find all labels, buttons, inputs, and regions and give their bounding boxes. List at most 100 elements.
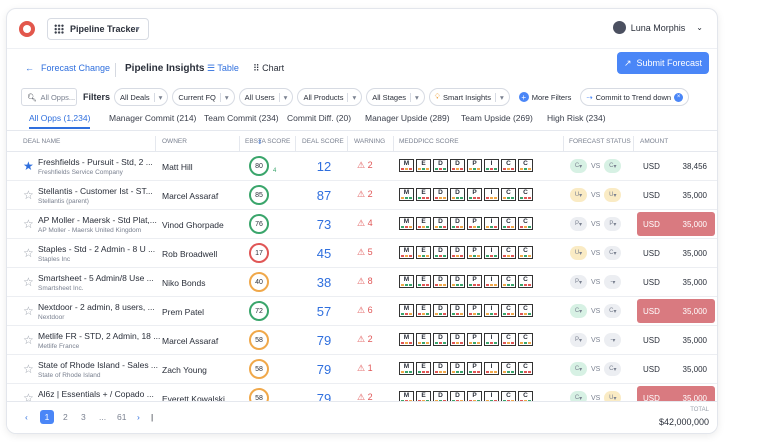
ebsta-score-ring[interactable]: 40 — [249, 272, 269, 292]
meddpicc-box[interactable]: E — [416, 275, 431, 288]
page-3[interactable]: 3 — [81, 412, 86, 422]
meddpicc-box[interactable]: I — [484, 304, 499, 317]
status-manager-pill[interactable]: P ▾ — [570, 275, 587, 289]
meddpicc-box[interactable]: C — [501, 333, 516, 346]
filter-smart-insights[interactable]: 💡︎ Smart Insights ▾ — [428, 88, 510, 106]
view-chart-toggle[interactable]: ⠿ Chart — [253, 63, 284, 74]
star-icon[interactable]: ☆ — [23, 304, 34, 318]
col-amount[interactable]: AMOUNT — [640, 138, 668, 145]
back-link[interactable]: ← Forecast Change — [25, 63, 110, 73]
table-row[interactable]: ☆ State of Rhode Island - Sales ... State … — [7, 355, 717, 384]
tab-team-commit[interactable]: Team Commit (234) — [204, 113, 279, 123]
col-owner[interactable]: OWNER — [162, 138, 187, 145]
meddpicc-box[interactable]: M — [399, 275, 414, 288]
tab-all-opps[interactable]: All Opps (1,234) — [29, 113, 91, 129]
meddpicc-box[interactable]: C — [518, 159, 533, 172]
user-menu[interactable]: Luna Morphis ⌄ — [612, 21, 703, 34]
ebsta-score-ring[interactable]: 17 — [249, 243, 269, 263]
tab-high-risk[interactable]: High Risk (234) — [547, 113, 606, 123]
table-row[interactable]: ☆ Staples - Std - 2 Admin - 8 U ... Staple… — [7, 239, 717, 268]
meddpicc-box[interactable]: M — [399, 188, 414, 201]
filter-stages[interactable]: All Stages ▾ — [366, 88, 425, 106]
meddpicc-box[interactable]: E — [416, 333, 431, 346]
meddpicc-box[interactable]: C — [518, 275, 533, 288]
status-team-pill[interactable]: P ▾ — [604, 217, 622, 231]
meddpicc-box[interactable]: C — [518, 333, 533, 346]
status-team-pill[interactable]: C ▾ — [604, 246, 622, 260]
meddpicc-box[interactable]: I — [484, 246, 499, 259]
tab-manager-upside[interactable]: Manager Upside (289) — [365, 113, 450, 123]
status-manager-pill[interactable]: C ▾ — [570, 304, 587, 318]
tab-commit-diff[interactable]: Commit Diff. (20) — [287, 113, 351, 123]
status-manager-pill[interactable]: U ▾ — [570, 188, 587, 202]
table-row[interactable]: ☆ Smartsheet - 5 Admin/8 Use ... Smartshee… — [7, 268, 717, 297]
meddpicc-box[interactable]: D — [450, 246, 465, 259]
ebsta-score-ring[interactable]: 58 — [249, 359, 269, 379]
meddpicc-box[interactable]: I — [484, 275, 499, 288]
meddpicc-box[interactable]: D — [450, 333, 465, 346]
meddpicc-box[interactable]: D — [450, 217, 465, 230]
meddpicc-box[interactable]: P — [467, 275, 482, 288]
deal-name[interactable]: Nextdoor - 2 admin, 8 users, ... — [38, 302, 155, 312]
meddpicc-box[interactable]: P — [467, 333, 482, 346]
meddpicc-box[interactable]: D — [433, 275, 448, 288]
meddpicc-box[interactable]: D — [433, 217, 448, 230]
ebsta-score-ring[interactable]: 58 — [249, 330, 269, 350]
status-team-pill[interactable]: - ▾ — [604, 275, 622, 289]
meddpicc-box[interactable]: M — [399, 159, 414, 172]
app-logo-icon[interactable] — [19, 21, 35, 37]
star-icon[interactable]: ☆ — [23, 246, 34, 260]
meddpicc-box[interactable]: C — [501, 188, 516, 201]
meddpicc-box[interactable]: I — [484, 333, 499, 346]
meddpicc-box[interactable]: E — [416, 246, 431, 259]
meddpicc-box[interactable]: P — [467, 217, 482, 230]
view-table-toggle[interactable]: ☰ Table — [207, 63, 239, 74]
tab-manager-commit[interactable]: Manager Commit (214) — [109, 113, 196, 123]
meddpicc-box[interactable]: D — [433, 246, 448, 259]
meddpicc-box[interactable]: I — [484, 217, 499, 230]
meddpicc-box[interactable]: C — [518, 304, 533, 317]
meddpicc-box[interactable]: M — [399, 246, 414, 259]
warning-cell[interactable]: ⚠ 2 — [357, 160, 373, 171]
deal-name[interactable]: Stellantis - Customer Ist - ST... — [38, 186, 153, 196]
meddpicc-box[interactable]: D — [433, 333, 448, 346]
status-team-pill[interactable]: C ▾ — [604, 362, 622, 376]
next-page-icon[interactable]: › — [137, 412, 140, 422]
meddpicc-box[interactable]: D — [433, 304, 448, 317]
meddpicc-box[interactable]: D — [433, 188, 448, 201]
filter-deals[interactable]: All Deals ▾ — [114, 88, 169, 106]
meddpicc-box[interactable]: D — [450, 362, 465, 375]
deal-name[interactable]: State of Rhode Island - Sales ... — [38, 360, 158, 370]
meddpicc-box[interactable]: E — [416, 188, 431, 201]
meddpicc-box[interactable]: M — [399, 304, 414, 317]
meddpicc-box[interactable]: I — [484, 188, 499, 201]
prev-page-icon[interactable]: ‹ — [25, 412, 28, 422]
submit-forecast-button[interactable]: ↗ Submit Forecast — [617, 52, 709, 74]
star-filled-icon[interactable]: ★ — [23, 159, 34, 173]
star-icon[interactable]: ☆ — [23, 362, 34, 376]
status-manager-pill[interactable]: C ▾ — [570, 362, 587, 376]
status-team-pill[interactable]: C ▾ — [604, 304, 622, 318]
status-manager-pill[interactable]: C ▾ — [570, 159, 587, 173]
meddpicc-box[interactable]: P — [467, 159, 482, 172]
meddpicc-box[interactable]: M — [399, 333, 414, 346]
warning-cell[interactable]: ⚠ 4 — [357, 218, 373, 229]
meddpicc-box[interactable]: C — [518, 246, 533, 259]
star-icon[interactable]: ☆ — [23, 217, 34, 231]
warning-cell[interactable]: ⚠ 2 — [357, 189, 373, 200]
meddpicc-box[interactable]: E — [416, 304, 431, 317]
ebsta-score-ring[interactable]: 72 — [249, 301, 269, 321]
table-row[interactable]: ☆ Nextdoor - 2 admin, 8 users, ... Nextdoo… — [7, 297, 717, 326]
warning-cell[interactable]: ⚠ 1 — [357, 363, 373, 374]
warning-cell[interactable]: ⚠ 6 — [357, 305, 373, 316]
search-input[interactable]: 🔍︎ All Opps... — [21, 88, 77, 106]
page-1[interactable]: 1 — [40, 410, 54, 424]
meddpicc-box[interactable]: I — [484, 159, 499, 172]
meddpicc-box[interactable]: E — [416, 362, 431, 375]
meddpicc-box[interactable]: D — [433, 159, 448, 172]
col-deal-name[interactable]: DEAL NAME — [23, 138, 60, 145]
star-icon[interactable]: ☆ — [23, 333, 34, 347]
meddpicc-box[interactable]: C — [501, 304, 516, 317]
meddpicc-box[interactable]: C — [501, 246, 516, 259]
col-warning[interactable]: WARNING — [354, 138, 385, 145]
